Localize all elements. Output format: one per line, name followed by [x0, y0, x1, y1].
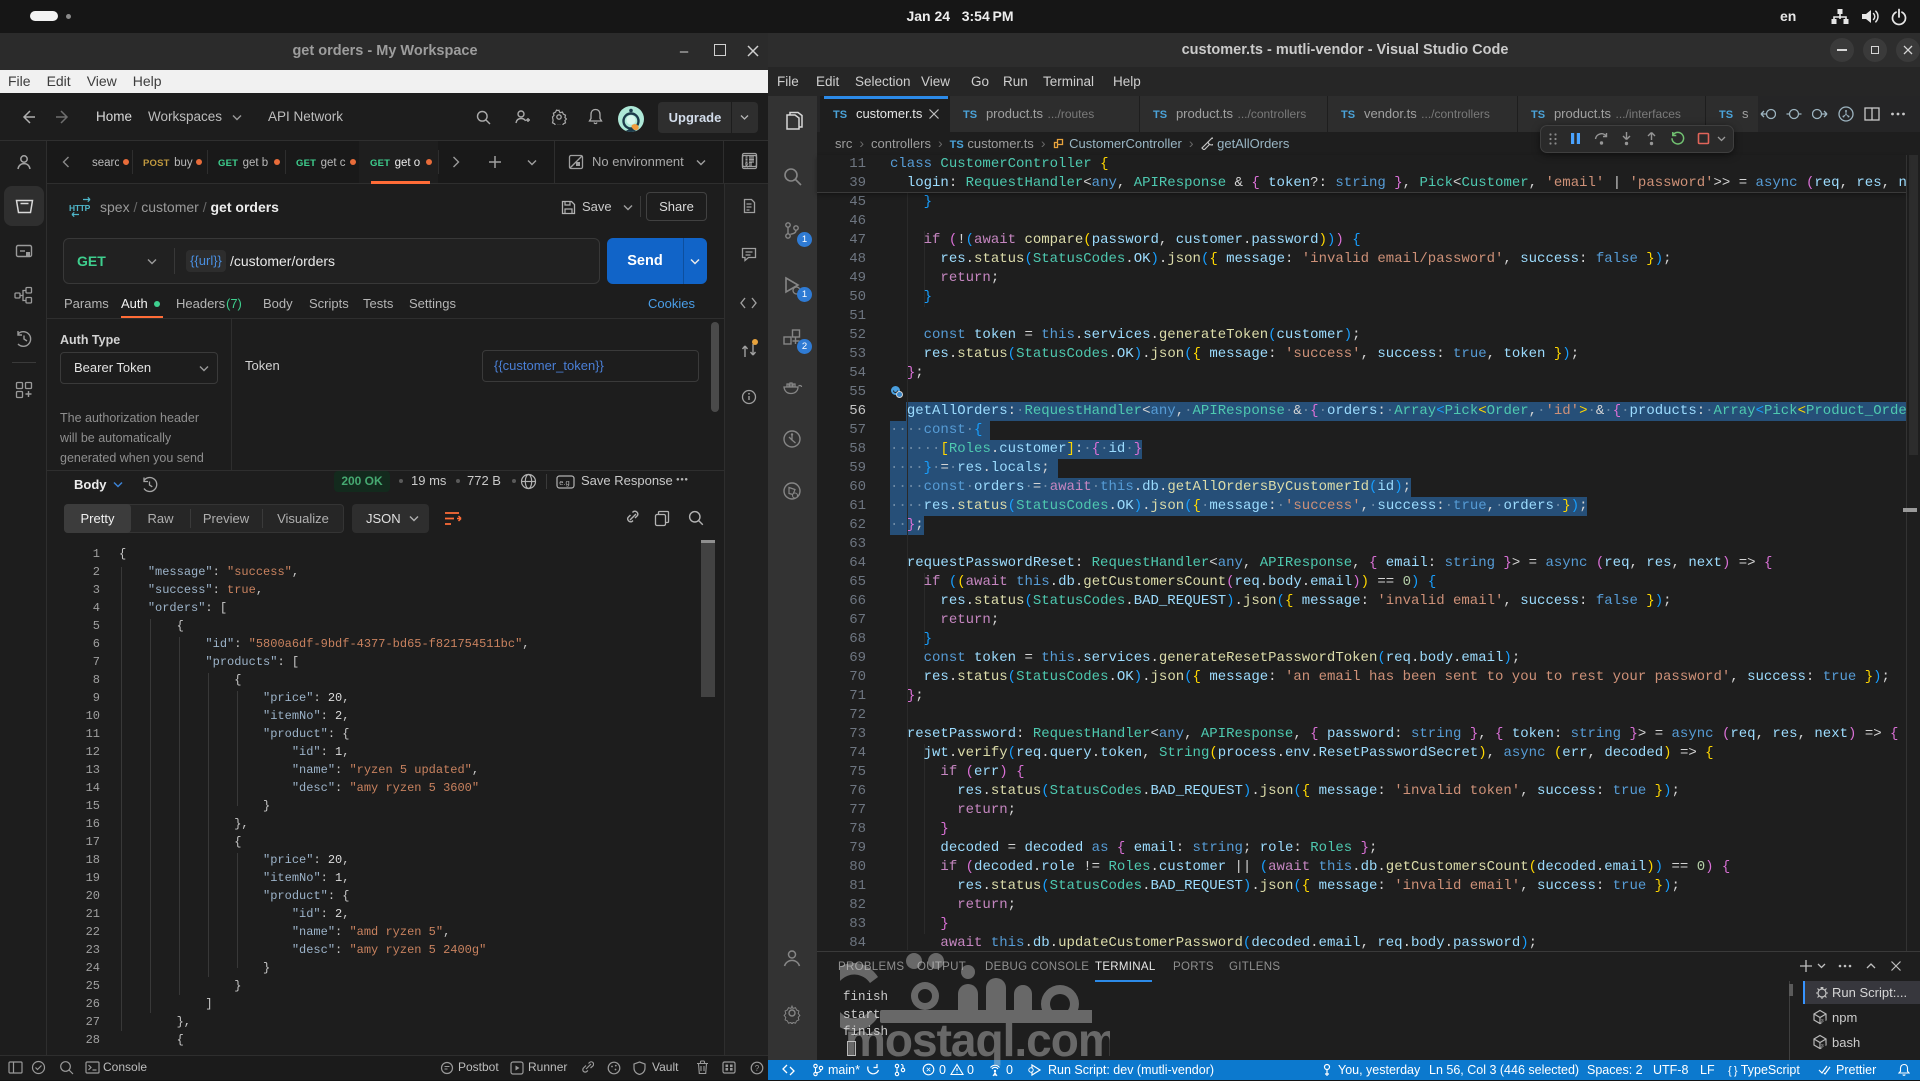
svg-text:s: s [1821, 1018, 1824, 1024]
svg-text:?: ? [755, 1064, 760, 1073]
svg-text:e.g: e.g [559, 478, 569, 487]
svg-text:HTTP: HTTP [69, 203, 91, 213]
svg-text:s: s [1821, 1043, 1824, 1049]
svg-text:mostaql.com: mostaql.com [845, 1014, 1110, 1066]
